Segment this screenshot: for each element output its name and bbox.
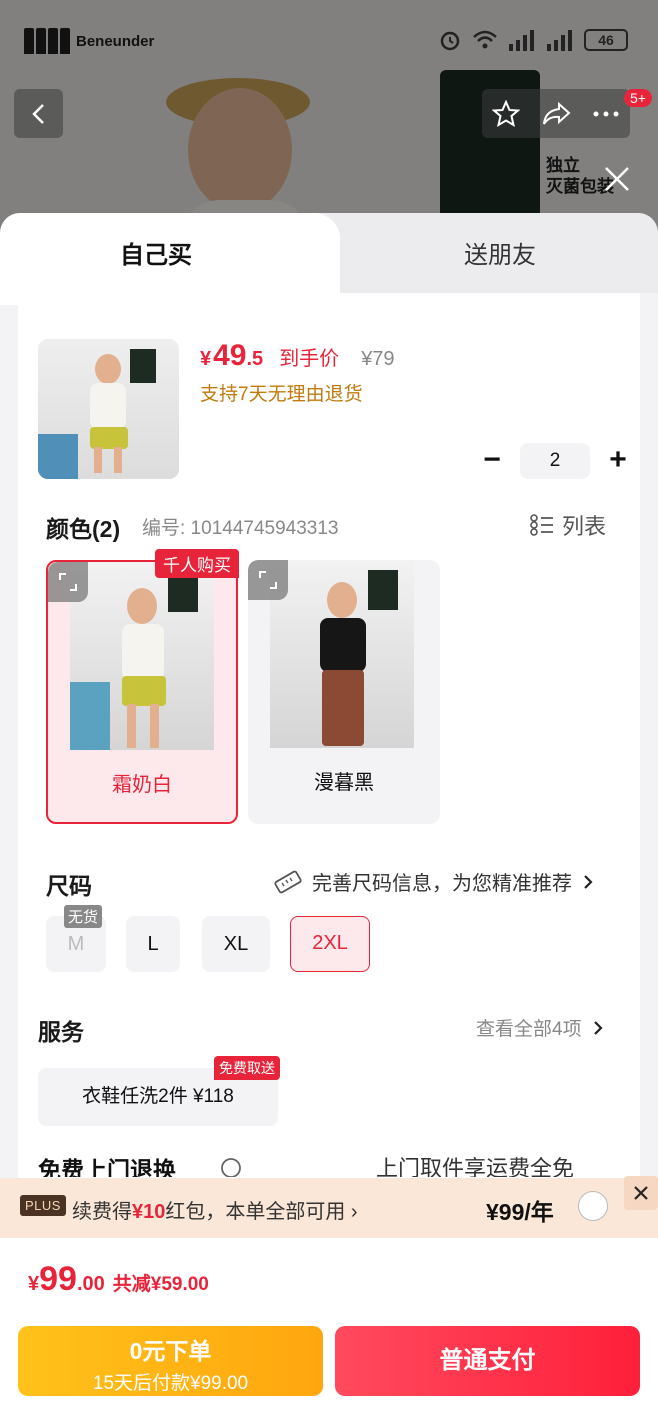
purchase-tabs: 自己买 送朋友 (0, 213, 658, 305)
chevron-left-icon (31, 103, 44, 124)
size-title: 尺码 (46, 873, 92, 899)
expand-icon[interactable] (48, 562, 88, 602)
star-icon[interactable] (492, 99, 521, 128)
color-option-cream-white[interactable]: 霜奶白 (46, 560, 238, 824)
price-tag: 到手价 (279, 348, 340, 370)
plus-logo: PLUS (20, 1195, 66, 1216)
total-symbol: ¥ (28, 1273, 40, 1295)
quantity-value[interactable]: 2 (520, 443, 590, 479)
out-of-stock-badge: 无货 (64, 905, 103, 928)
status-icons: 46 (438, 28, 628, 52)
signal-icon-1 (509, 30, 534, 51)
list-view-toggle[interactable]: 列表 (530, 509, 606, 541)
brand-logo: Beneunder (24, 28, 154, 54)
plus-offer-text: 续费得¥10红包，本单全部可用 › (72, 1201, 358, 1223)
ruler-icon (274, 870, 302, 893)
plus-price: ¥99/年 (486, 1199, 554, 1225)
chevron-right-icon (584, 874, 593, 889)
signal-icon-2 (547, 30, 572, 51)
free-return-desc: 上门取件享运费全免 (376, 1156, 575, 1177)
size-option-xl[interactable]: XL (202, 916, 270, 972)
info-icon (221, 1158, 241, 1177)
color-option-dusk-black[interactable]: 漫暮黑 (248, 560, 440, 824)
plus-select-radio[interactable] (578, 1191, 608, 1221)
size-option-l[interactable]: L (126, 916, 180, 972)
return-policy: 支持7天无理由退货 (200, 384, 363, 405)
view-all-label: 查看全部4项 (476, 1019, 582, 1040)
service-view-all[interactable]: 查看全部4项 (476, 1014, 604, 1041)
color-name: 霜奶白 (112, 774, 172, 796)
popular-badge: 千人购买 (155, 549, 239, 578)
free-return-label: 免费上门退换 (38, 1157, 176, 1177)
product-code: 编号: 10144745943313 (142, 518, 339, 539)
total-integer: 99 (39, 1260, 77, 1298)
checkout-footer: ¥ 99 .00 共减¥59.00 0元下单 15天后付款¥99.00 普通支付 (0, 1238, 658, 1416)
wifi-icon (473, 30, 497, 49)
back-button[interactable] (14, 89, 63, 138)
plus-text-prefix: 续费得 (72, 1201, 132, 1223)
tab-self-buy[interactable]: 自己买 (120, 235, 192, 270)
total-price: ¥ 99 .00 共减¥59.00 (28, 1260, 209, 1299)
minus-icon[interactable]: − (478, 445, 506, 475)
price-symbol: ¥ (200, 348, 212, 370)
price-integer: 49 (213, 339, 247, 372)
plus-text-highlight: ¥10 (132, 1201, 166, 1223)
price-decimal: .5 (246, 348, 264, 370)
total-savings: 共减¥59.00 (112, 1274, 209, 1295)
alarm-icon (440, 31, 460, 51)
tab-send-friend[interactable]: 送朋友 (464, 235, 536, 270)
plus-icon[interactable]: + (604, 445, 632, 475)
share-icon[interactable] (541, 101, 571, 127)
color-title: 颜色(2) (46, 516, 121, 542)
list-icon (530, 514, 553, 536)
top-actions (482, 89, 630, 138)
total-decimal: .00 (76, 1273, 105, 1295)
plus-text-suffix: 红包，本单全部可用 (165, 1201, 346, 1223)
price-row: ¥ 49 .5 到手价 ¥79 (200, 339, 395, 373)
swatch-image (270, 560, 414, 748)
plus-close-button[interactable] (624, 1176, 658, 1210)
thumbnail-image (38, 349, 156, 479)
message-badge: 5+ (624, 89, 652, 107)
swatch-image (70, 562, 214, 750)
color-name: 漫暮黑 (314, 772, 374, 794)
normal-pay-button[interactable]: 普通支付 (335, 1326, 640, 1396)
more-icon[interactable] (592, 110, 620, 118)
size-recommend-link[interactable]: 完善尺码信息，为您精准推荐 (274, 867, 594, 896)
pay-later-subtitle: 15天后付款¥99.00 (92, 1373, 249, 1394)
original-price: ¥79 (361, 348, 395, 370)
list-toggle-label: 列表 (562, 514, 607, 539)
pay-later-title: 0元下单 (129, 1338, 212, 1364)
service-title: 服务 (38, 1019, 84, 1045)
close-icon[interactable] (600, 162, 634, 196)
battery-indicator: 46 (584, 29, 628, 51)
size-hint-text: 完善尺码信息，为您精准推荐 (312, 873, 572, 895)
chevron-right-icon (593, 1020, 603, 1035)
size-option-2xl[interactable]: 2XL (290, 916, 370, 972)
pay-later-button[interactable]: 0元下单 15天后付款¥99.00 (18, 1326, 323, 1396)
brand-name: Beneunder (76, 32, 155, 50)
quantity-stepper: − 2 + (478, 443, 632, 479)
free-return-row[interactable]: 免费上门退换 上门取件享运费全免 (38, 1155, 638, 1177)
expand-icon[interactable] (248, 560, 288, 600)
free-pickup-badge: 免费取送 (214, 1056, 280, 1080)
product-thumbnail[interactable] (38, 339, 179, 479)
close-icon (634, 1186, 648, 1200)
status-bar: Beneunder 46 (0, 22, 658, 62)
plus-membership-bar[interactable]: PLUS 续费得¥10红包，本单全部可用 › ¥99/年 (0, 1178, 658, 1238)
